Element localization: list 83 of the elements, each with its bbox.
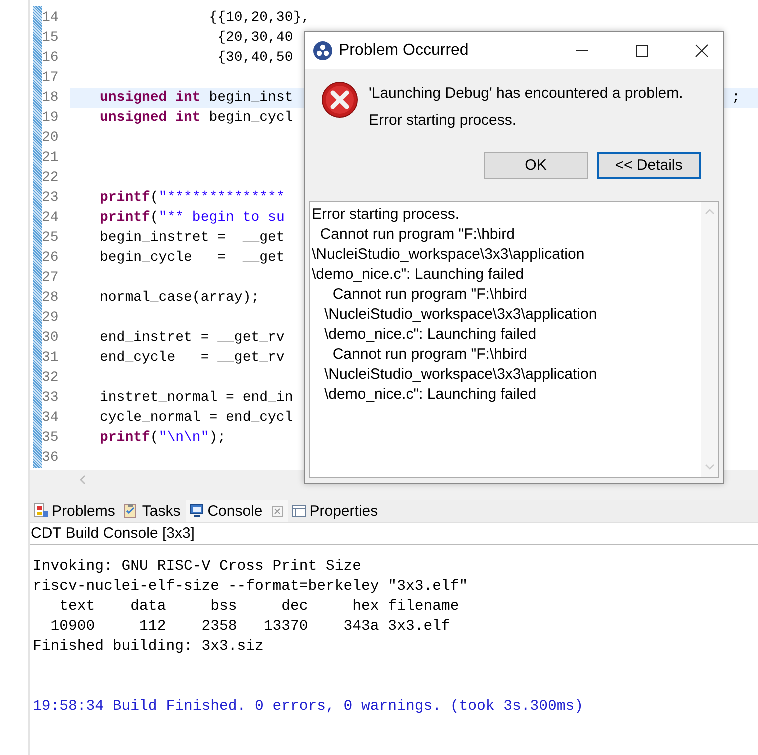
code-text: ; xyxy=(732,89,740,108)
code-text: ( xyxy=(150,430,159,446)
table-icon xyxy=(290,503,307,519)
line-number: 20 xyxy=(42,129,60,148)
code-text: instret_normal = end_in xyxy=(100,390,294,406)
line-number: 32 xyxy=(42,369,60,388)
details-line: Cannot run program "F:\hbird xyxy=(332,345,528,365)
line-number: 26 xyxy=(42,249,60,268)
line-number: 35 xyxy=(42,429,60,448)
scroll-down-icon[interactable] xyxy=(704,463,714,471)
dialog-button[interactable]: OK xyxy=(484,152,588,179)
code-text: begin_inst xyxy=(208,90,294,106)
line-number: 15 xyxy=(42,29,60,48)
error-icon xyxy=(321,81,359,119)
line-number: 16 xyxy=(42,49,60,68)
dialog-button[interactable]: << Details xyxy=(597,152,701,179)
console-title: CDT Build Console [3x3] xyxy=(31,525,195,542)
line-number: 34 xyxy=(42,409,60,428)
close-icon[interactable] xyxy=(695,44,709,58)
view-tab[interactable]: Console xyxy=(186,500,288,522)
code-text: {20,30,40 xyxy=(216,30,294,46)
code-text: normal_case(array); xyxy=(100,290,260,306)
code-text: begin_cycl xyxy=(208,110,294,126)
line-number: 27 xyxy=(42,269,60,288)
scroll-up-icon[interactable] xyxy=(704,208,714,216)
scroll-left-icon[interactable] xyxy=(78,475,88,485)
console-line: Invoking: GNU RISC-V Cross Print Size xyxy=(33,559,362,575)
line-number: 25 xyxy=(42,229,60,248)
details-line: Error starting process. xyxy=(312,205,461,225)
line-number: 24 xyxy=(42,209,60,228)
code-text: ( xyxy=(150,190,159,206)
line-number: 14 xyxy=(42,9,60,28)
details-line: \demo_nice.c": Launching failed xyxy=(312,265,526,285)
code-text: begin_instret = __get xyxy=(100,230,285,246)
line-number: 22 xyxy=(42,169,60,188)
line-number: 33 xyxy=(42,389,60,408)
console-line: text data bss dec hex filename xyxy=(58,599,460,615)
line-number: 21 xyxy=(42,149,60,168)
code-keyword: unsigned int xyxy=(100,110,201,126)
code-text: cycle_normal = end_cycl xyxy=(100,410,294,426)
line-number: 29 xyxy=(42,309,60,328)
code-keyword: printf xyxy=(100,210,150,226)
details-line: \demo_nice.c": Launching failed xyxy=(324,385,538,405)
code-text: ); xyxy=(209,430,226,446)
code-keyword: unsigned int xyxy=(100,90,201,106)
code-string: "\n\n" xyxy=(158,430,210,446)
line-number: 23 xyxy=(42,189,60,208)
console-line: 19:58:34 Build Finished. 0 errors, 0 warnings. (took 3s.300ms) xyxy=(33,699,584,715)
code-text: {30,40,50 xyxy=(216,50,294,66)
dialog-title: Problem Occurred xyxy=(339,42,470,60)
line-number: 28 xyxy=(42,289,60,308)
console-line: riscv-nuclei-elf-size --format=berkeley "3x3.elf" xyxy=(33,579,468,595)
code-text: end_cycle = __get_rv xyxy=(100,350,285,366)
app-logo-icon xyxy=(313,40,333,60)
details-line: \NucleiStudio_workspace\3x3\application xyxy=(324,365,598,385)
code-string: "** begin to su xyxy=(158,210,285,226)
problems-icon xyxy=(33,503,49,519)
code-text: ( xyxy=(150,210,159,226)
line-number: 36 xyxy=(42,449,60,468)
code-string: "************** xyxy=(158,190,285,206)
code-text: begin_cycle = __get xyxy=(100,250,285,266)
console-line: 10900 112 2358 13370 343a 3x3.elf xyxy=(50,619,450,635)
line-number: 31 xyxy=(42,349,60,368)
vertical-scrollbar[interactable] xyxy=(701,202,718,477)
code-text: end_instret = __get_rv xyxy=(100,330,285,346)
clipboard-icon xyxy=(123,503,140,519)
line-number: 17 xyxy=(42,69,60,88)
error-message: 'Launching Debug' has encountered a problem. xyxy=(369,85,684,102)
line-number: 30 xyxy=(42,329,60,348)
details-line: \demo_nice.c": Launching failed xyxy=(324,325,538,345)
details-line: Cannot run program "F:\hbird xyxy=(319,225,516,245)
code-keyword: printf xyxy=(100,190,150,206)
monitor-icon xyxy=(188,503,205,519)
details-line: Cannot run program "F:\hbird xyxy=(332,285,528,305)
details-line: \NucleiStudio_workspace\3x3\application xyxy=(312,245,586,265)
console-line: Finished building: 3x3.siz xyxy=(33,639,264,655)
code-keyword: printf xyxy=(100,430,150,446)
line-number: 19 xyxy=(42,109,60,128)
details-line: \NucleiStudio_workspace\3x3\application xyxy=(324,305,598,325)
details-text-area[interactable] xyxy=(309,201,719,478)
error-reason: Error starting process. xyxy=(369,112,518,129)
maximize-icon[interactable] xyxy=(635,44,649,58)
code-text: {{10,20,30}, xyxy=(208,10,310,26)
